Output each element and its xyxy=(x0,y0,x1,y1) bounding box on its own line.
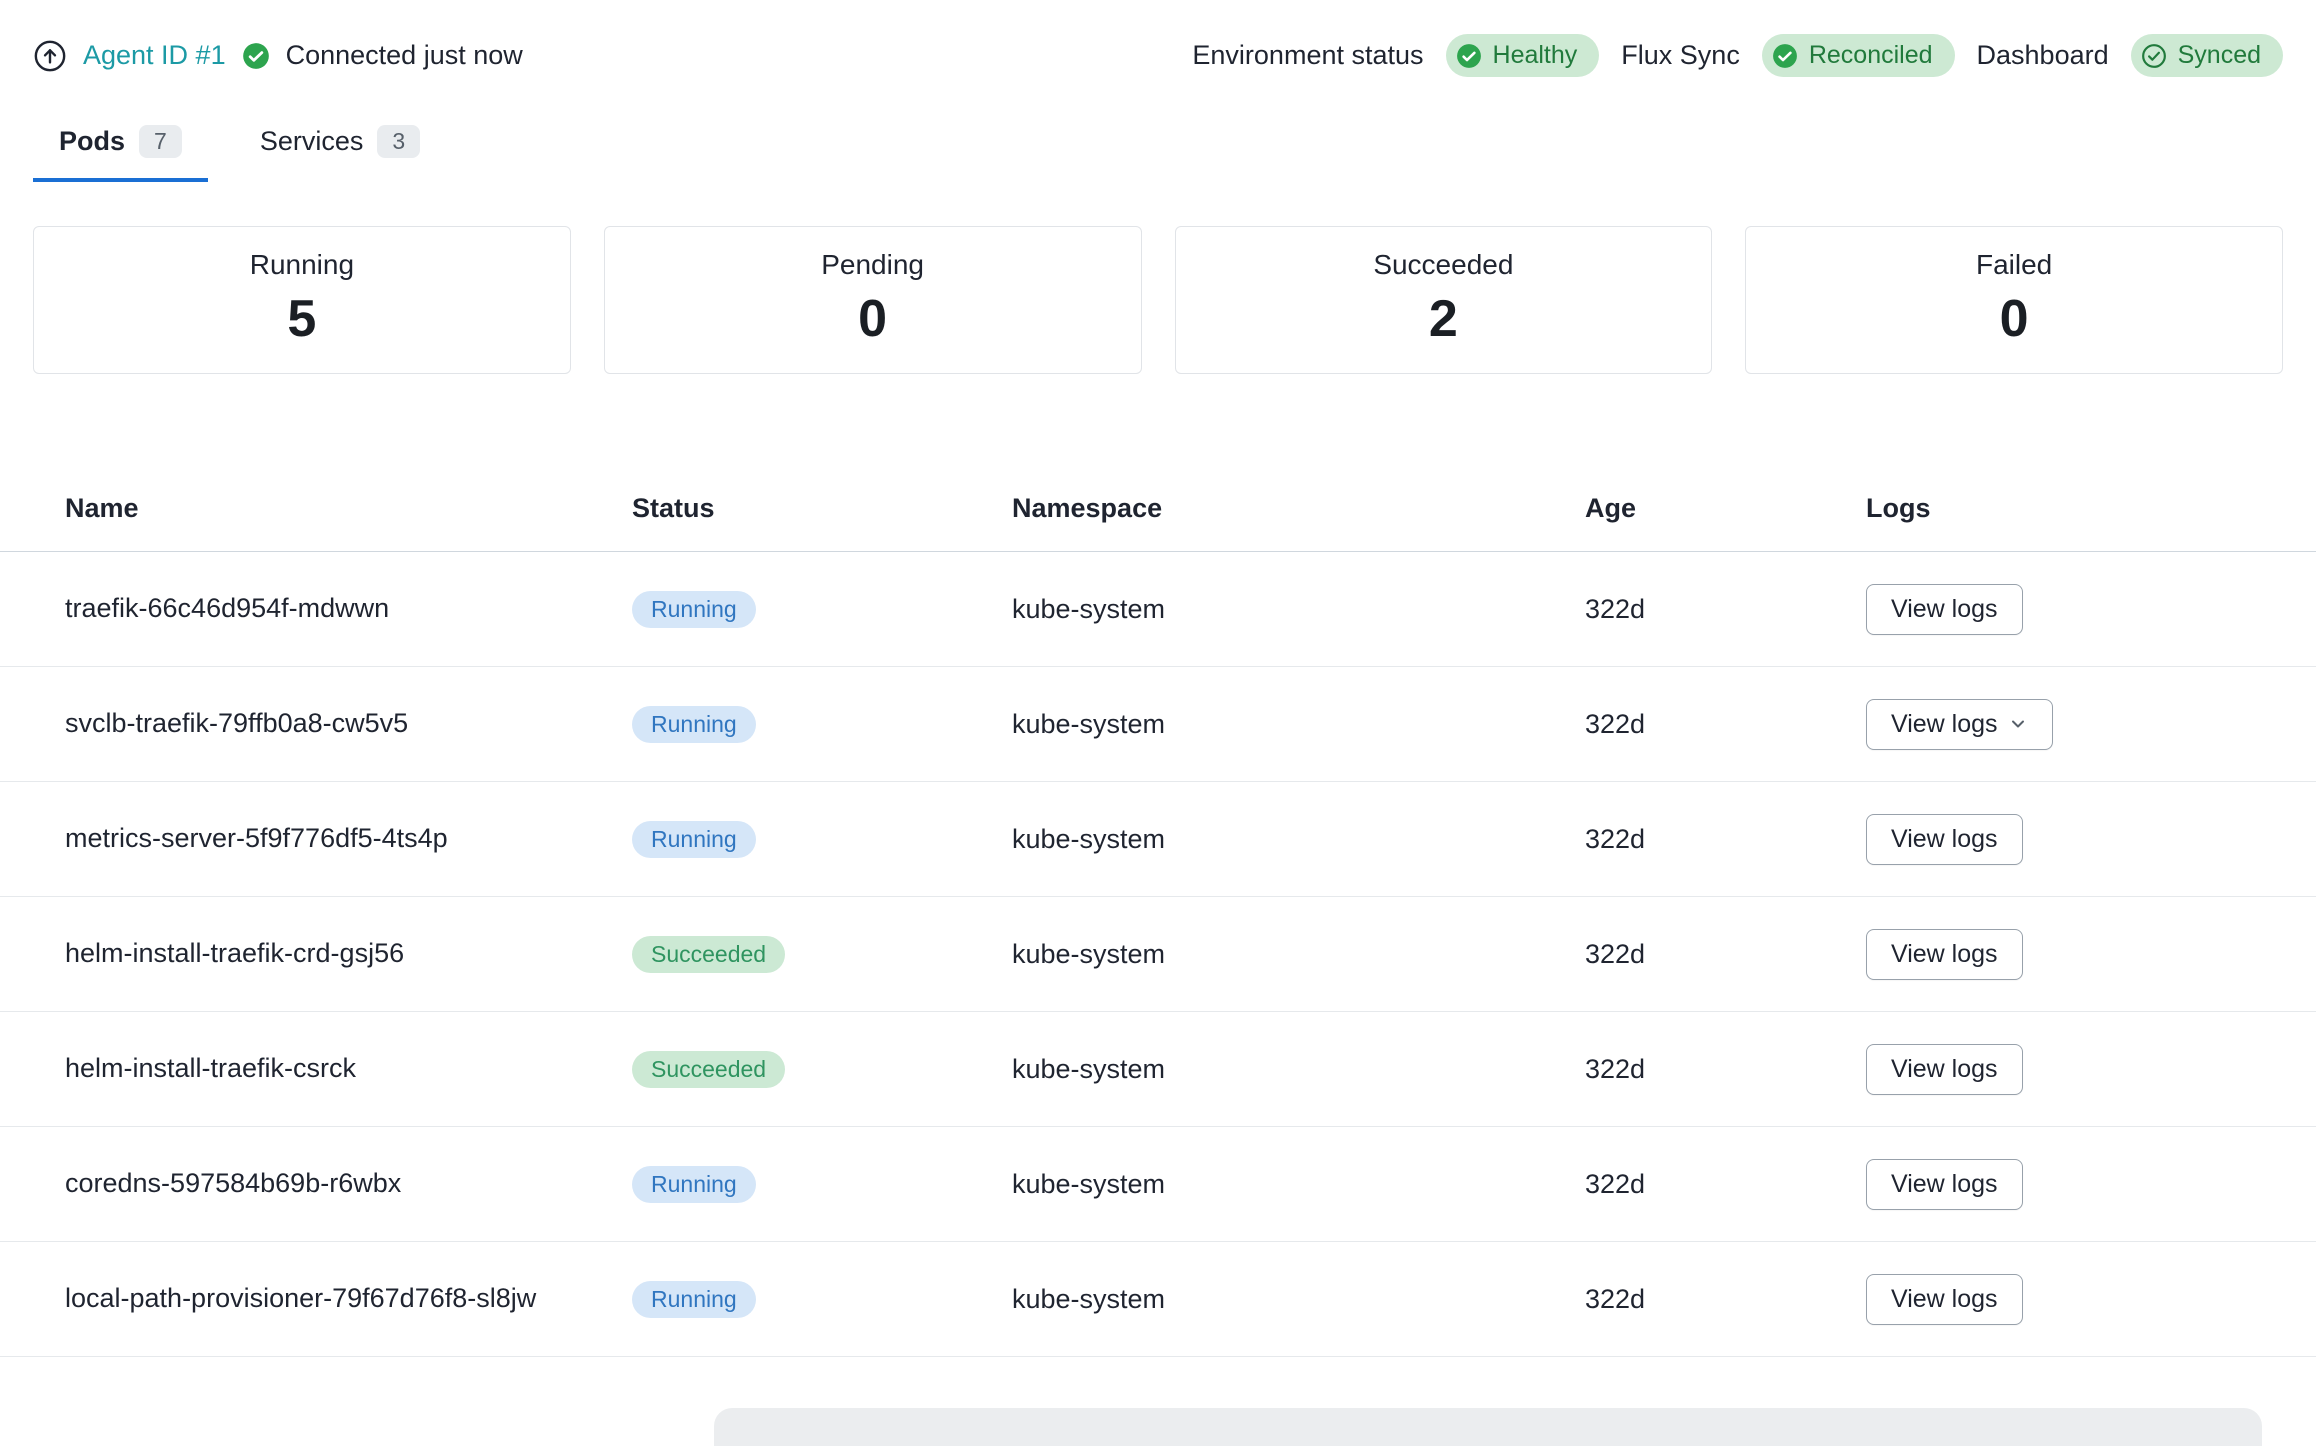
pod-namespace: kube-system xyxy=(1012,709,1585,740)
tab-services-count: 3 xyxy=(377,125,420,158)
dashboard-sync-badge: Synced xyxy=(2131,34,2283,77)
flux-sync-value: Reconciled xyxy=(1809,41,1933,70)
tab-bar: Pods 7 Services 3 xyxy=(0,111,2316,182)
header-status-group: Environment status Healthy Flux Sync xyxy=(1192,34,2283,77)
view-logs-button[interactable]: View logs xyxy=(1866,584,2023,635)
tab-pods[interactable]: Pods 7 xyxy=(33,111,208,182)
table-row: helm-install-traefik-crd-gsj56 Succeeded… xyxy=(0,897,2316,1012)
card-label: Failed xyxy=(1746,249,2282,281)
table-row: metrics-server-5f9f776df5-4ts4p Running … xyxy=(0,782,2316,897)
view-logs-dropdown-button[interactable]: View logs xyxy=(1866,699,2053,750)
dashboard-page: Agent ID #1 Connected just now Environme… xyxy=(0,0,2316,1446)
status-badge: Running xyxy=(632,706,756,743)
view-logs-button[interactable]: View logs xyxy=(1866,814,2023,865)
summary-card-running: Running 5 xyxy=(33,226,571,374)
card-value: 5 xyxy=(34,289,570,349)
card-value: 2 xyxy=(1176,289,1712,349)
pod-name: helm-install-traefik-crd-gsj56 xyxy=(65,912,632,996)
pod-namespace: kube-system xyxy=(1012,939,1585,970)
pod-age: 322d xyxy=(1585,1284,1866,1315)
environment-status-label: Environment status xyxy=(1192,40,1423,71)
pod-namespace: kube-system xyxy=(1012,1054,1585,1085)
environment-status-badge: Healthy xyxy=(1446,34,1600,77)
tab-services[interactable]: Services 3 xyxy=(234,111,446,182)
connection-status-text: Connected just now xyxy=(286,40,523,71)
view-logs-button[interactable]: View logs xyxy=(1866,1159,2023,1210)
pod-name: coredns-597584b69b-r6wbx xyxy=(65,1142,632,1226)
view-logs-button[interactable]: View logs xyxy=(1866,929,2023,980)
header-bar: Agent ID #1 Connected just now Environme… xyxy=(0,0,2316,77)
agent-icon xyxy=(33,39,67,73)
environment-status-value: Healthy xyxy=(1493,41,1578,70)
pod-namespace: kube-system xyxy=(1012,1284,1585,1315)
pod-namespace: kube-system xyxy=(1012,594,1585,625)
tab-pods-count: 7 xyxy=(139,125,182,158)
card-label: Pending xyxy=(605,249,1141,281)
status-badge: Running xyxy=(632,1166,756,1203)
col-header-name: Name xyxy=(65,493,632,524)
table-row: local-path-provisioner-79f67d76f8-sl8jw … xyxy=(0,1242,2316,1357)
agent-id-link[interactable]: Agent ID #1 xyxy=(83,40,226,71)
status-badge: Succeeded xyxy=(632,936,785,973)
status-badge: Running xyxy=(632,821,756,858)
synced-icon xyxy=(2141,43,2167,69)
pod-name: local-path-provisioner-79f67d76f8-sl8jw xyxy=(65,1257,632,1341)
pod-namespace: kube-system xyxy=(1012,824,1585,855)
summary-card-pending: Pending 0 xyxy=(604,226,1142,374)
chevron-down-icon xyxy=(2008,714,2028,734)
pods-table: Name Status Namespace Age Logs traefik-6… xyxy=(0,466,2316,1357)
dashboard-sync-value: Synced xyxy=(2178,41,2261,70)
status-badge: Running xyxy=(632,591,756,628)
col-header-namespace: Namespace xyxy=(1012,493,1585,524)
pod-name: traefik-66c46d954f-mdwwn xyxy=(65,567,632,651)
dashboard-label: Dashboard xyxy=(1977,40,2109,71)
card-label: Succeeded xyxy=(1176,249,1712,281)
table-header-row: Name Status Namespace Age Logs xyxy=(0,466,2316,552)
summary-cards: Running 5 Pending 0 Succeeded 2 Failed 0 xyxy=(0,226,2316,374)
view-logs-button[interactable]: View logs xyxy=(1866,1044,2023,1095)
card-value: 0 xyxy=(1746,289,2282,349)
tab-pods-label: Pods xyxy=(59,126,125,157)
table-row: helm-install-traefik-csrck Succeeded kub… xyxy=(0,1012,2316,1127)
pod-name: metrics-server-5f9f776df5-4ts4p xyxy=(65,797,632,881)
col-header-age: Age xyxy=(1585,493,1866,524)
pod-age: 322d xyxy=(1585,824,1866,855)
card-label: Running xyxy=(34,249,570,281)
pod-name: helm-install-traefik-csrck xyxy=(65,1027,632,1111)
pod-age: 322d xyxy=(1585,1054,1866,1085)
view-logs-button[interactable]: View logs xyxy=(1866,1274,2023,1325)
pod-namespace: kube-system xyxy=(1012,1169,1585,1200)
table-row: coredns-597584b69b-r6wbx Running kube-sy… xyxy=(0,1127,2316,1242)
bottom-sheet-edge xyxy=(714,1408,2262,1446)
summary-card-succeeded: Succeeded 2 xyxy=(1175,226,1713,374)
table-row: traefik-66c46d954f-mdwwn Running kube-sy… xyxy=(0,552,2316,667)
reconciled-check-icon xyxy=(1772,43,1798,69)
status-badge: Succeeded xyxy=(632,1051,785,1088)
pod-age: 322d xyxy=(1585,939,1866,970)
pod-age: 322d xyxy=(1585,709,1866,740)
card-value: 0 xyxy=(605,289,1141,349)
flux-sync-badge: Reconciled xyxy=(1762,34,1955,77)
connected-check-icon xyxy=(242,42,270,70)
status-badge: Running xyxy=(632,1281,756,1318)
pod-age: 322d xyxy=(1585,1169,1866,1200)
healthy-check-icon xyxy=(1456,43,1482,69)
col-header-logs: Logs xyxy=(1866,493,2283,524)
pod-name: svclb-traefik-79ffb0a8-cw5v5 xyxy=(65,682,632,766)
tab-services-label: Services xyxy=(260,126,364,157)
col-header-status: Status xyxy=(632,493,1012,524)
flux-sync-label: Flux Sync xyxy=(1621,40,1740,71)
pod-age: 322d xyxy=(1585,594,1866,625)
summary-card-failed: Failed 0 xyxy=(1745,226,2283,374)
table-row: svclb-traefik-79ffb0a8-cw5v5 Running kub… xyxy=(0,667,2316,782)
